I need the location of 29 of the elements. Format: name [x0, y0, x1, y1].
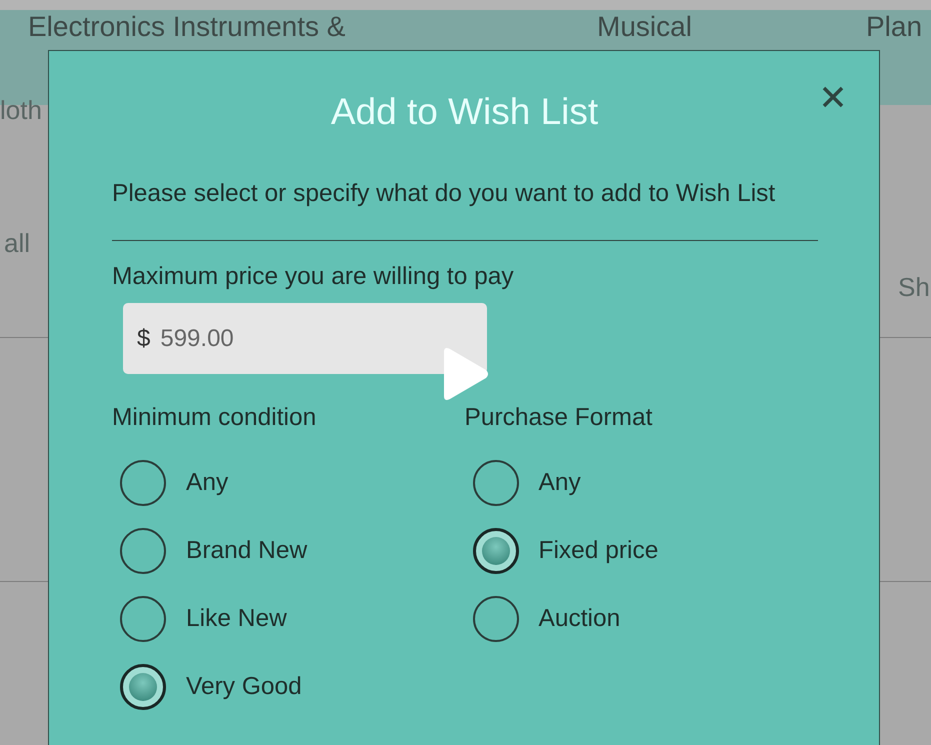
nav-item[interactable]: Electronics Instruments & — [28, 11, 346, 43]
radio-button[interactable] — [472, 528, 518, 574]
currency-symbol: $ — [137, 324, 150, 352]
page-text: loth — [0, 95, 42, 126]
close-icon[interactable] — [821, 85, 845, 109]
radio-button[interactable] — [120, 460, 166, 506]
radio-button[interactable] — [472, 460, 518, 506]
radio-button[interactable] — [120, 664, 166, 710]
radio-button[interactable] — [120, 596, 166, 642]
option-label[interactable]: Auction — [538, 605, 620, 633]
option-label[interactable]: Very Good — [186, 673, 302, 701]
nav-item[interactable]: Musical — [597, 11, 692, 43]
group-label: Purchase Format — [464, 404, 654, 432]
price-value: 599.00 — [160, 324, 234, 352]
radio-button[interactable] — [472, 596, 518, 642]
option-label[interactable]: Like New — [186, 605, 287, 633]
page-text: all — [4, 228, 30, 259]
field-label: Maximum price you are willing to pay — [112, 263, 515, 291]
option-label[interactable]: Brand New — [186, 537, 308, 565]
dialog-title: Add to Wish List — [330, 91, 600, 133]
price-field[interactable]: $ 599.00 — [123, 303, 487, 374]
option-label[interactable]: Any — [186, 469, 228, 497]
option-label[interactable]: Any — [538, 469, 581, 497]
option-label[interactable]: Fixed price — [538, 537, 658, 565]
group-label: Minimum condition — [112, 404, 318, 432]
radio-button[interactable] — [120, 528, 166, 574]
description-text: Please select or specify what do you want to add to Wish List — [112, 179, 776, 209]
page-text: Sh — [898, 272, 930, 303]
nav-item[interactable]: Plan — [866, 11, 922, 43]
